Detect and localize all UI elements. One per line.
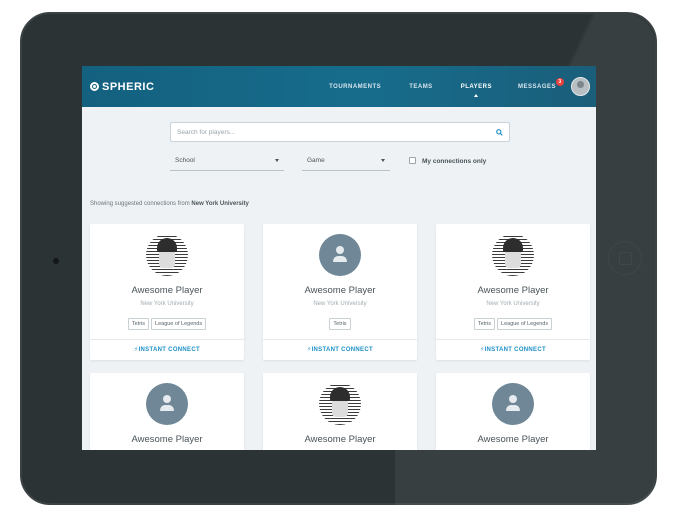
game-select-value: Game (307, 157, 325, 164)
nav-teams[interactable]: TEAMS (409, 84, 433, 90)
chevron-down-icon (275, 159, 279, 162)
player-name[interactable]: Awesome Player (436, 434, 590, 445)
suggestion-prefix: Showing suggested connections from (90, 201, 190, 207)
player-name[interactable]: Awesome Player (436, 285, 590, 296)
instant-connect-label: INSTANT CONNECT (484, 347, 546, 353)
game-select[interactable]: Game (302, 154, 390, 171)
instant-connect-button[interactable]: ⚡INSTANT CONNECT (263, 346, 417, 353)
player-card[interactable]: Awesome Player (436, 373, 590, 450)
game-tags: Tetris (263, 318, 417, 330)
chevron-down-icon (381, 159, 385, 162)
default-avatar-icon[interactable] (492, 383, 534, 425)
nav-messages-label: MESSAGES (517, 83, 556, 90)
instant-connect-button[interactable]: ⚡INSTANT CONNECT (90, 346, 244, 353)
instant-connect-button[interactable]: ⚡INSTANT CONNECT (436, 346, 590, 353)
player-avatar[interactable] (319, 383, 361, 425)
player-avatar[interactable] (146, 234, 188, 276)
logo-icon (90, 82, 99, 91)
player-card[interactable]: Awesome Player New York University Tetri… (436, 224, 590, 360)
nav-players[interactable]: PLAYERS (461, 84, 492, 97)
suggestion-text: Showing suggested connections from New Y… (90, 201, 249, 207)
school-select[interactable]: School (170, 154, 284, 171)
logo-text: SPHERIC (102, 80, 155, 93)
search-input[interactable]: Search for players... (177, 129, 235, 136)
search-icon[interactable] (496, 129, 503, 136)
card-divider (436, 339, 590, 340)
default-avatar-icon[interactable] (146, 383, 188, 425)
main-nav: TOURNAMENTS TEAMS PLAYERS MESSAGES 3 (329, 66, 564, 107)
nav-messages[interactable]: MESSAGES 3 (517, 77, 564, 90)
search-bar[interactable]: Search for players... (170, 122, 510, 142)
home-button-icon[interactable] (608, 241, 642, 275)
player-card[interactable]: Awesome Player New York University Tetri… (90, 224, 244, 360)
app-screen: SPHERIC TOURNAMENTS TEAMS PLAYERS MESSAG… (82, 66, 596, 450)
instant-connect-label: INSTANT CONNECT (311, 347, 373, 353)
default-avatar-icon[interactable] (319, 234, 361, 276)
player-avatar[interactable] (492, 234, 534, 276)
player-card[interactable]: Awesome Player (90, 373, 244, 450)
messages-badge: 3 (556, 77, 564, 86)
game-tag: Tetris (329, 318, 351, 330)
instant-connect-label: INSTANT CONNECT (138, 347, 200, 353)
school-select-value: School (175, 157, 195, 164)
player-school: New York University (313, 301, 367, 307)
nav-tournaments[interactable]: TOURNAMENTS (329, 84, 381, 90)
player-name[interactable]: Awesome Player (90, 434, 244, 445)
game-tags: Tetris League of Legends (436, 318, 590, 330)
player-school: New York University (486, 301, 540, 307)
logo[interactable]: SPHERIC (90, 81, 154, 93)
game-tags: Tetris League of Legends (90, 318, 244, 330)
suggestion-school[interactable]: New York University (191, 201, 248, 207)
player-card[interactable]: Awesome Player (263, 373, 417, 450)
game-tag: League of Legends (151, 318, 207, 330)
player-name[interactable]: Awesome Player (263, 285, 417, 296)
player-name[interactable]: Awesome Player (263, 434, 417, 445)
connections-only-label: My connections only (422, 158, 487, 165)
top-navbar: SPHERIC TOURNAMENTS TEAMS PLAYERS MESSAG… (82, 66, 596, 107)
camera-icon (53, 258, 59, 264)
player-school: New York University (140, 301, 194, 307)
user-avatar[interactable] (571, 77, 590, 96)
player-card[interactable]: Awesome Player New York University Tetri… (263, 224, 417, 360)
card-divider (90, 339, 244, 340)
game-tag: League of Legends (497, 318, 553, 330)
game-tag: Tetris (127, 318, 150, 330)
connections-only-checkbox[interactable] (409, 157, 416, 164)
game-tag: Tetris (473, 318, 496, 330)
card-divider (263, 339, 417, 340)
player-name[interactable]: Awesome Player (90, 285, 244, 296)
